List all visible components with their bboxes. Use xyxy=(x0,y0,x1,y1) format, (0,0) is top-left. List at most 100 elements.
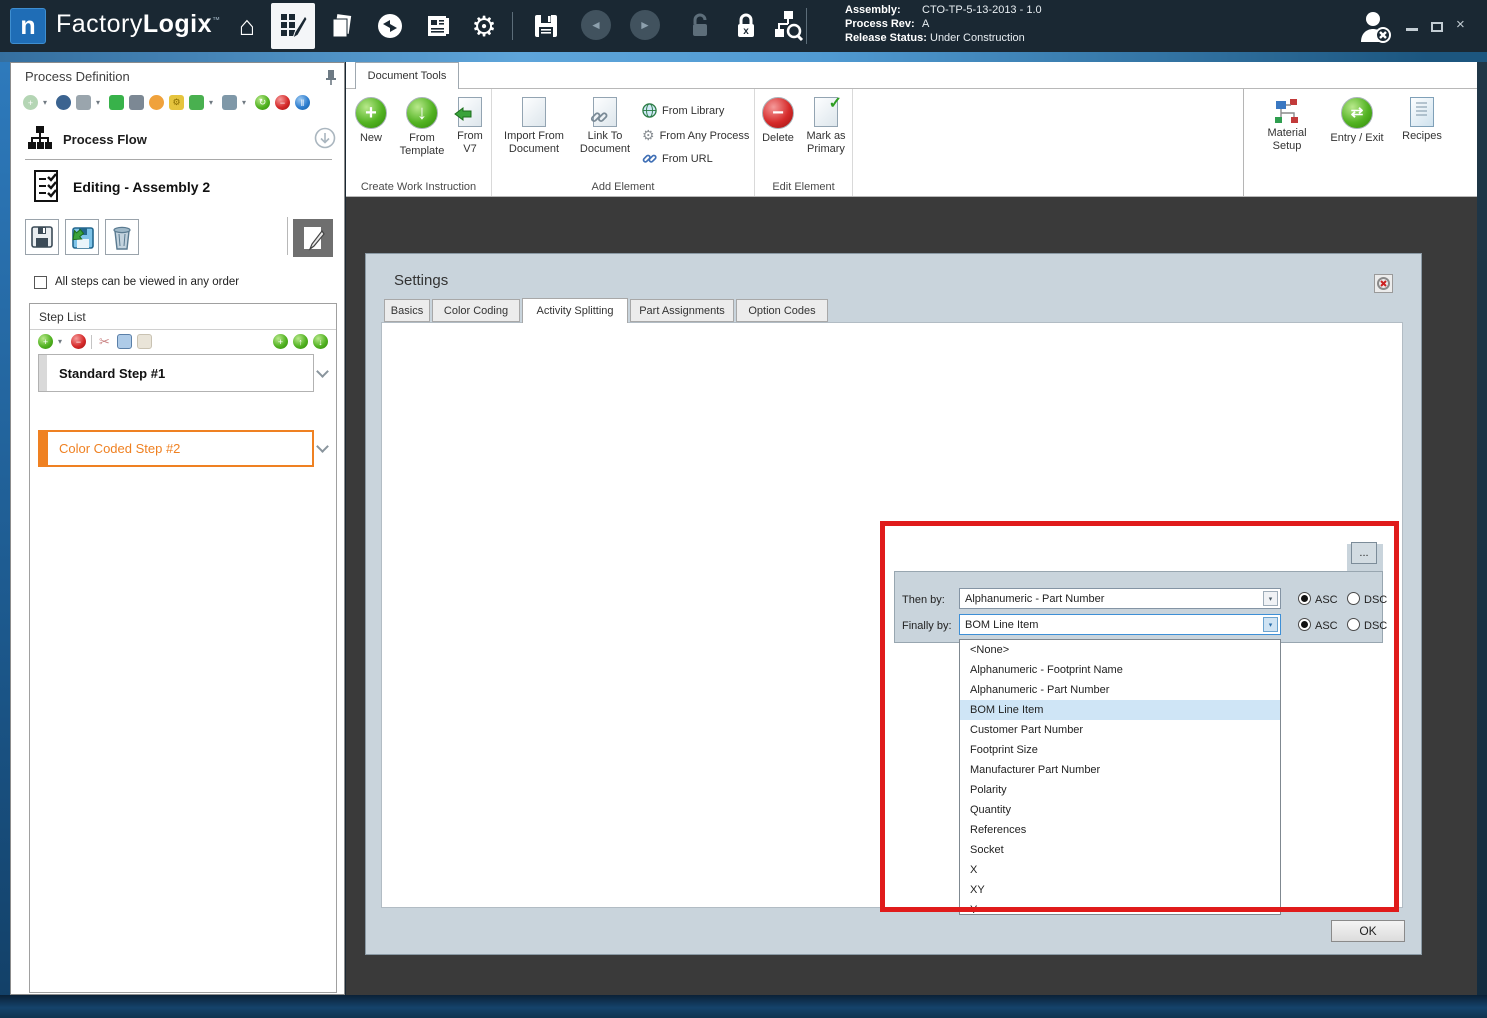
paste-icon[interactable] xyxy=(137,334,152,349)
tab-part-assignments[interactable]: Part Assignments xyxy=(630,299,734,322)
from-url-button[interactable]: From URL xyxy=(642,151,713,166)
import-from-document-button[interactable]: Import From Document xyxy=(500,97,568,156)
dropdown-option[interactable]: Socket xyxy=(960,840,1280,860)
presentation-icon[interactable] xyxy=(129,95,144,110)
entry-exit-button[interactable]: ⇄ Entry / Exit xyxy=(1324,97,1390,145)
copy-icon[interactable] xyxy=(117,334,132,349)
dropdown-option[interactable]: Quantity xyxy=(960,800,1280,820)
step-item[interactable]: Color Coded Step #2 xyxy=(38,430,314,467)
close-button[interactable]: × xyxy=(1456,16,1465,33)
insert-child-icon[interactable]: + xyxy=(273,334,288,349)
dropdown-option[interactable]: References xyxy=(960,820,1280,840)
new-button[interactable]: + New xyxy=(352,97,390,145)
chevron-down-icon[interactable]: ▾ xyxy=(209,98,217,107)
minimize-button[interactable] xyxy=(1406,28,1418,31)
sync-button[interactable] xyxy=(372,8,408,44)
any-order-checkbox[interactable] xyxy=(34,276,47,289)
step-expand-chevron[interactable] xyxy=(316,440,329,453)
edit-mode-toggle[interactable] xyxy=(293,219,333,257)
step-item[interactable]: Standard Step #1 xyxy=(38,354,314,392)
dropdown-option[interactable]: X xyxy=(960,860,1280,880)
from-any-process-button[interactable]: ⚙ From Any Process xyxy=(642,127,749,144)
dropdown-option[interactable]: Footprint Size xyxy=(960,740,1280,760)
recipes-button[interactable]: Recipes xyxy=(1396,97,1448,143)
add-icon[interactable]: + xyxy=(23,95,38,110)
print-icon[interactable] xyxy=(76,95,91,110)
dropdown-option[interactable]: Manufacturer Part Number xyxy=(960,760,1280,780)
forward-button[interactable]: ► xyxy=(630,10,660,40)
chevron-down-icon[interactable]: ▾ xyxy=(242,98,250,107)
finally-by-dsc-radio[interactable] xyxy=(1347,618,1360,631)
then-by-asc-radio[interactable] xyxy=(1298,592,1311,605)
tab-color-coding[interactable]: Color Coding xyxy=(432,299,520,322)
trash-icon xyxy=(111,224,133,250)
dropdown-option-selected[interactable]: BOM Line Item xyxy=(960,700,1280,720)
bell-icon[interactable] xyxy=(149,95,164,110)
lock-release-button[interactable]: x xyxy=(728,8,764,44)
add-step-icon[interactable]: + xyxy=(38,334,53,349)
step-accent-bar xyxy=(39,355,47,391)
material-setup-button[interactable]: Material Setup xyxy=(1258,97,1316,153)
cut-icon[interactable]: ✂ xyxy=(97,334,112,349)
dropdown-option[interactable]: <None> xyxy=(960,640,1280,660)
chevron-down-icon[interactable]: ▾ xyxy=(58,337,66,346)
settings-button[interactable]: ⚙ xyxy=(466,8,502,44)
down-circle-icon: ↓ xyxy=(406,97,438,129)
tab-activity-splitting[interactable]: Activity Splitting xyxy=(522,298,628,323)
finally-by-select[interactable]: BOM Line Item ▾ xyxy=(959,614,1281,635)
remove-step-icon[interactable]: − xyxy=(71,334,86,349)
dropdown-option[interactable]: Polarity xyxy=(960,780,1280,800)
from-template-button[interactable]: ↓ From Template xyxy=(394,97,450,158)
expand-circle-icon[interactable] xyxy=(314,127,336,149)
dialog-close-button[interactable] xyxy=(1374,274,1393,293)
logout-user-button[interactable] xyxy=(1356,10,1396,49)
from-v7-button[interactable]: From V7 xyxy=(450,97,490,156)
dropdown-option[interactable]: Y xyxy=(960,900,1280,915)
delete-element-button[interactable]: − Delete xyxy=(757,97,799,145)
save-button[interactable] xyxy=(528,8,564,44)
trash-icon[interactable] xyxy=(222,95,237,110)
find-icon[interactable] xyxy=(56,95,71,110)
link-to-document-button[interactable]: Link To Document xyxy=(574,97,636,156)
process-flow-label[interactable]: Process Flow xyxy=(63,132,147,147)
stop-icon[interactable]: − xyxy=(275,95,290,110)
dropdown-option[interactable]: Alphanumeric - Footprint Name xyxy=(960,660,1280,680)
documents-button[interactable] xyxy=(324,8,360,44)
tab-document-tools[interactable]: Document Tools xyxy=(355,62,459,89)
reports-button[interactable] xyxy=(420,8,456,44)
chevron-down-icon[interactable]: ▾ xyxy=(43,98,51,107)
pin-icon[interactable] xyxy=(324,69,338,85)
ok-button[interactable]: OK xyxy=(1331,920,1405,942)
mark-as-primary-button[interactable]: ✓ Mark as Primary xyxy=(801,97,851,156)
save-step-button[interactable] xyxy=(25,219,59,255)
pause-icon[interactable]: ‖ xyxy=(295,95,310,110)
back-button[interactable]: ◄ xyxy=(581,10,611,40)
step-expand-chevron[interactable] xyxy=(316,365,329,378)
tab-option-codes[interactable]: Option Codes xyxy=(736,299,828,322)
from-library-button[interactable]: From Library xyxy=(642,103,724,118)
dropdown-option[interactable]: Alphanumeric - Part Number xyxy=(960,680,1280,700)
dropdown-option[interactable]: Customer Part Number xyxy=(960,720,1280,740)
tab-basics[interactable]: Basics xyxy=(384,299,430,322)
process-editor-button[interactable] xyxy=(271,3,315,49)
chevron-down-icon[interactable]: ▾ xyxy=(96,98,104,107)
gear-icon[interactable]: ⚙ xyxy=(169,95,184,110)
save-as-button[interactable] xyxy=(65,219,99,255)
dropdown-option[interactable]: XY xyxy=(960,880,1280,900)
move-up-icon[interactable]: ↑ xyxy=(293,334,308,349)
process-flow-item[interactable] xyxy=(27,125,53,156)
delete-step-button[interactable] xyxy=(105,219,139,255)
finally-by-asc-radio[interactable] xyxy=(1298,618,1311,631)
move-down-icon[interactable]: ↓ xyxy=(313,334,328,349)
process-search-button[interactable] xyxy=(770,8,806,44)
unlock-button[interactable] xyxy=(682,8,718,44)
puzzle-icon[interactable] xyxy=(109,95,124,110)
refresh-icon[interactable]: ↻ xyxy=(255,95,270,110)
home-button[interactable]: ⌂ xyxy=(229,8,265,44)
then-by-dsc-radio[interactable] xyxy=(1347,592,1360,605)
window-right-border xyxy=(1477,62,1487,1018)
sort-more-button[interactable]: ... xyxy=(1351,542,1377,564)
export-icon[interactable] xyxy=(189,95,204,110)
then-by-select[interactable]: Alphanumeric - Part Number ▾ xyxy=(959,588,1281,609)
maximize-button[interactable] xyxy=(1431,22,1443,32)
